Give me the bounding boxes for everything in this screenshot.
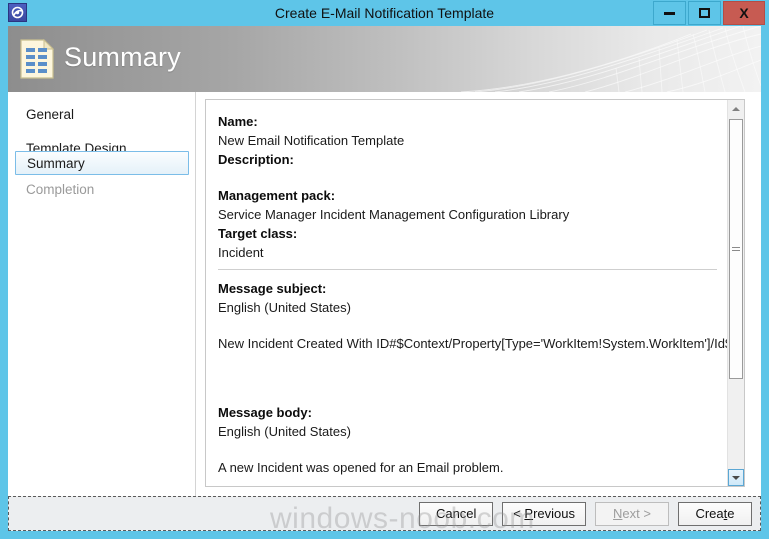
section-target-class: Target class: Incident <box>218 224 717 262</box>
management-pack-value: Service Manager Incident Management Conf… <box>218 207 570 222</box>
section-message-subject: Message subject: English (United States)… <box>218 279 733 353</box>
wizard-nav-sidebar: General Template Design Summary Completi… <box>8 92 196 496</box>
target-class-value: Incident <box>218 245 264 260</box>
minimize-icon <box>664 11 675 15</box>
app-notification-icon <box>8 3 27 22</box>
message-subject-value: New Incident Created With ID#$Context/Pr… <box>218 336 733 351</box>
footer-button-row: Cancel < Previous Next > Create <box>419 502 752 526</box>
next-button: Next > <box>595 502 669 526</box>
window-controls: X <box>653 1 765 25</box>
message-body-value: A new Incident was opened for an Email p… <box>218 460 504 475</box>
previous-button[interactable]: < Previous <box>502 502 586 526</box>
name-value: New Email Notification Template <box>218 133 405 148</box>
dialog-body: General Template Design Summary Completi… <box>8 92 761 496</box>
scroll-down-button[interactable] <box>728 469 744 486</box>
message-body-language: English (United States) <box>218 424 351 439</box>
summary-text-area: Name: New Email Notification Template De… <box>206 100 733 486</box>
scroll-down-icon <box>732 475 740 480</box>
sidebar-item-summary[interactable]: Summary <box>15 151 189 175</box>
message-body-label: Message body: <box>218 405 312 420</box>
section-message-body: Message body: English (United States) A … <box>218 403 717 477</box>
name-label: Name: <box>218 114 258 129</box>
summary-document-icon <box>20 39 54 79</box>
title-bar: Create E-Mail Notification Template X <box>0 0 769 26</box>
dialog-footer: Cancel < Previous Next > Create <box>8 496 761 531</box>
section-description: Description: <box>218 150 717 169</box>
section-name: Name: New Email Notification Template <box>218 112 717 150</box>
sidebar-item-completion: Completion <box>26 182 95 197</box>
close-button[interactable]: X <box>723 1 765 25</box>
minimize-button[interactable] <box>653 1 686 25</box>
page-title: Summary <box>64 42 181 72</box>
scroll-up-button[interactable] <box>728 100 744 117</box>
section-management-pack: Management pack: Service Manager Inciden… <box>218 186 717 224</box>
header-banner: Summary <box>8 26 761 92</box>
maximize-button[interactable] <box>688 1 721 25</box>
summary-content-pane: Name: New Email Notification Template De… <box>205 99 745 487</box>
scrollbar-grip-icon <box>732 246 740 252</box>
message-subject-label: Message subject: <box>218 281 327 296</box>
scrollbar-thumb[interactable] <box>729 119 743 379</box>
message-subject-language: English (United States) <box>218 300 351 315</box>
section-divider <box>218 269 717 270</box>
target-class-label: Target class: <box>218 226 298 241</box>
vertical-scrollbar[interactable] <box>727 100 744 486</box>
scroll-up-icon <box>732 106 740 111</box>
description-label: Description: <box>218 152 294 167</box>
cancel-button[interactable]: Cancel <box>419 502 494 526</box>
management-pack-label: Management pack: <box>218 188 336 203</box>
maximize-icon <box>699 8 710 18</box>
dialog-window: Create E-Mail Notification Template X Su… <box>0 0 769 539</box>
sidebar-item-general[interactable]: General <box>15 103 189 127</box>
banner-mesh-decoration <box>461 26 761 92</box>
create-button[interactable]: Create <box>678 502 752 526</box>
